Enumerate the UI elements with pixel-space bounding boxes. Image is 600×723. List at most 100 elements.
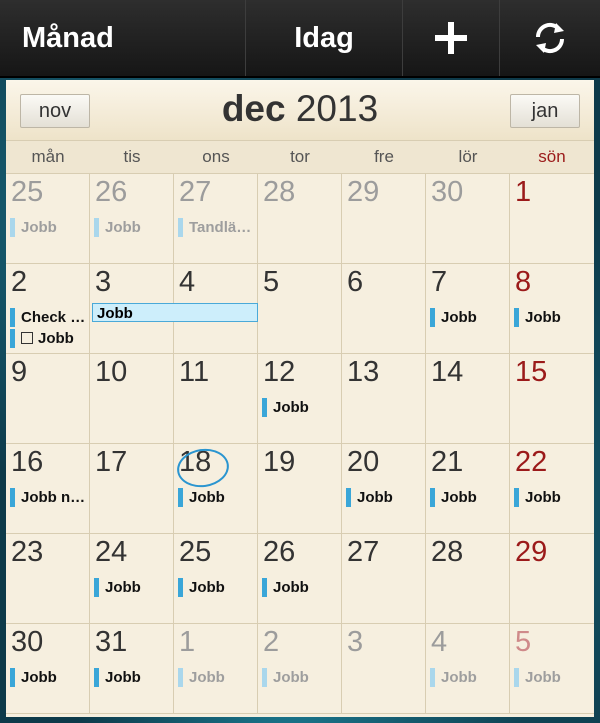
event-chip[interactable]: Jobb xyxy=(178,668,225,687)
day-number: 22 xyxy=(515,446,548,478)
event-chip[interactable]: Jobb nå… xyxy=(10,488,88,507)
multi-day-event[interactable]: Jobb xyxy=(92,303,258,322)
weekday-label: mån xyxy=(31,147,65,166)
day-cell[interactable]: 2 Jobb xyxy=(258,624,342,714)
day-cell[interactable]: 21 Jobb xyxy=(426,444,510,534)
day-number: 31 xyxy=(95,626,128,658)
day-cell[interactable]: 2 Check u… Jobb xyxy=(6,264,90,354)
day-cell[interactable]: 1 xyxy=(510,174,594,264)
event-chip[interactable]: Jobb xyxy=(262,578,309,597)
day-cell[interactable]: 29 xyxy=(510,534,594,624)
day-cell[interactable]: 24 Jobb xyxy=(90,534,174,624)
day-number: 11 xyxy=(179,356,210,388)
refresh-button[interactable] xyxy=(499,0,600,76)
weekday-label: sön xyxy=(538,147,566,166)
day-cell[interactable]: 29 xyxy=(342,174,426,264)
day-number: 13 xyxy=(347,356,380,388)
day-cell[interactable]: 10 xyxy=(90,354,174,444)
day-number: 30 xyxy=(11,626,44,658)
event-chip[interactable]: Jobb xyxy=(178,578,225,597)
day-number: 25 xyxy=(11,176,44,208)
event-chip[interactable]: Jobb xyxy=(94,218,141,237)
event-chip[interactable]: Jobb xyxy=(94,668,141,687)
day-cell[interactable]: 25 Jobb xyxy=(6,174,90,264)
day-cell[interactable]: 30 Jobb xyxy=(6,624,90,714)
day-number: 30 xyxy=(431,176,464,208)
day-cell[interactable]: 15 xyxy=(510,354,594,444)
day-cell[interactable]: 14 xyxy=(426,354,510,444)
day-number: 28 xyxy=(263,176,296,208)
day-cell[interactable]: 18 Jobb xyxy=(174,444,258,534)
event-chip[interactable]: Jobb xyxy=(10,329,74,348)
day-number: 7 xyxy=(431,266,448,298)
day-number: 23 xyxy=(11,536,44,568)
event-chip[interactable]: Jobb xyxy=(430,488,477,507)
next-month-button[interactable]: jan xyxy=(510,94,580,128)
day-cell[interactable]: 1 Jobb xyxy=(174,624,258,714)
day-cell[interactable]: 11 xyxy=(174,354,258,444)
event-chip[interactable]: Jobb xyxy=(178,488,225,507)
day-cell[interactable]: 4 Jobb xyxy=(426,624,510,714)
month-view-button[interactable]: Månad xyxy=(0,0,245,76)
event-chip[interactable]: Jobb xyxy=(346,488,393,507)
event-chip[interactable]: Jobb xyxy=(430,308,477,327)
day-cell[interactable]: 7 Jobb xyxy=(426,264,510,354)
day-cell[interactable]: 30 xyxy=(426,174,510,264)
event-chip[interactable]: Jobb xyxy=(262,398,309,417)
day-number: 14 xyxy=(431,356,464,388)
event-chip[interactable]: Check u… xyxy=(10,308,88,327)
add-event-button[interactable] xyxy=(402,0,499,76)
event-chip[interactable]: Jobb xyxy=(262,668,309,687)
day-cell[interactable]: 3 xyxy=(342,624,426,714)
day-cell[interactable]: 31 Jobb xyxy=(90,624,174,714)
day-number: 12 xyxy=(263,356,296,388)
month-grid: 25 Jobb 26 Jobb 27 Tandläk… 28 29 30 1 2 Check u… Jo… xyxy=(6,174,594,717)
event-chip[interactable]: Jobb xyxy=(430,668,477,687)
event-chip[interactable]: Jobb xyxy=(10,218,57,237)
event-chip[interactable]: Tandläk… xyxy=(178,218,256,237)
day-cell[interactable]: 27 xyxy=(342,534,426,624)
day-number: 16 xyxy=(11,446,44,478)
day-cell[interactable]: 5 xyxy=(258,264,342,354)
day-cell[interactable]: 12 Jobb xyxy=(258,354,342,444)
day-number: 2 xyxy=(263,626,280,658)
day-cell[interactable]: 26 Jobb xyxy=(90,174,174,264)
day-number: 9 xyxy=(11,356,28,388)
event-chip[interactable]: Jobb xyxy=(514,488,561,507)
day-number: 1 xyxy=(179,626,196,658)
month-title: dec 2013 xyxy=(6,88,594,130)
day-cell[interactable]: 20 Jobb xyxy=(342,444,426,534)
day-cell[interactable]: 17 xyxy=(90,444,174,534)
event-chip[interactable]: Jobb xyxy=(514,308,561,327)
day-cell[interactable]: 25 Jobb xyxy=(174,534,258,624)
weekday-label: ons xyxy=(202,147,230,166)
event-chip[interactable]: Jobb xyxy=(94,578,141,597)
day-cell[interactable]: 13 xyxy=(342,354,426,444)
day-cell[interactable]: 28 xyxy=(258,174,342,264)
day-cell[interactable]: 23 xyxy=(6,534,90,624)
day-cell[interactable]: 28 xyxy=(426,534,510,624)
day-number: 5 xyxy=(515,626,532,658)
day-cell[interactable]: 22 Jobb xyxy=(510,444,594,534)
day-cell[interactable]: 9 xyxy=(6,354,90,444)
event-chip[interactable]: Jobb xyxy=(514,668,561,687)
today-button[interactable]: Idag xyxy=(245,0,402,76)
day-cell[interactable]: 5 Jobb xyxy=(510,624,594,714)
day-number: 29 xyxy=(515,536,548,568)
day-cell[interactable]: 19 xyxy=(258,444,342,534)
day-cell[interactable]: 6 xyxy=(342,264,426,354)
day-number: 19 xyxy=(263,446,296,478)
task-checkbox[interactable] xyxy=(21,332,33,344)
day-cell[interactable]: 27 Tandläk… xyxy=(174,174,258,264)
day-number: 4 xyxy=(431,626,448,658)
day-cell[interactable]: 16 Jobb nå… xyxy=(6,444,90,534)
day-number: 2 xyxy=(11,266,28,298)
event-chip[interactable]: Jobb xyxy=(10,668,57,687)
day-cell[interactable]: 26 Jobb xyxy=(258,534,342,624)
day-number: 18 xyxy=(174,445,232,491)
day-number: 3 xyxy=(347,626,364,658)
day-number: 8 xyxy=(515,266,532,298)
day-cell[interactable]: 8 Jobb xyxy=(510,264,594,354)
day-number: 4 xyxy=(179,266,196,298)
day-number: 27 xyxy=(179,176,212,208)
